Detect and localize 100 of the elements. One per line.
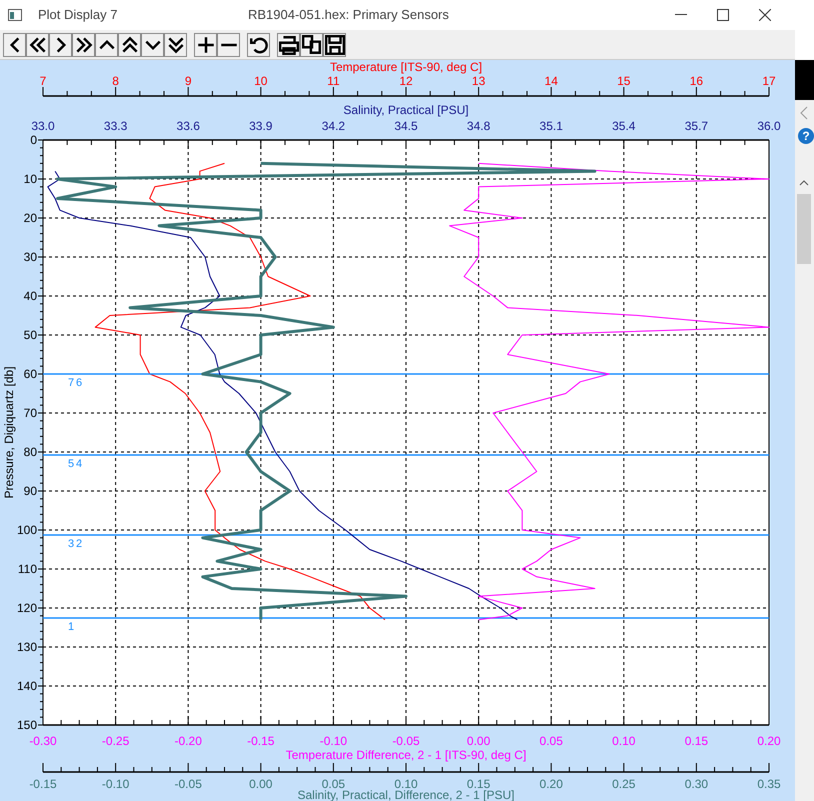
double-chevron-right-icon	[74, 35, 94, 55]
zoom-in-button[interactable]	[194, 33, 217, 57]
tick-label: 130	[16, 640, 37, 654]
tick-label: 33.6	[176, 119, 200, 133]
window-title: Plot Display 7	[38, 6, 118, 24]
tick-label: 11	[327, 74, 340, 88]
tick-label: 0.05	[540, 734, 563, 748]
tick-label: 34.8	[466, 119, 490, 133]
tick-label: 36.0	[757, 119, 781, 133]
tick-label: 13	[472, 74, 486, 88]
tick-label: 0.20	[757, 734, 781, 748]
double-chevron-up-icon	[120, 35, 140, 55]
printer-icon	[278, 35, 298, 55]
chevron-up-icon[interactable]	[799, 180, 809, 186]
tick-label: -0.30	[29, 734, 57, 748]
tick-label: 0	[30, 133, 37, 147]
zoom-out-button[interactable]	[217, 33, 240, 57]
tick-label: 10	[254, 74, 268, 88]
bottle-number: 2	[76, 538, 82, 550]
tick-label: 35.7	[684, 119, 708, 133]
tick-label: 17	[762, 74, 776, 88]
tick-label: 16	[690, 74, 704, 88]
bottle-number: 6	[76, 377, 82, 389]
tick-label: -0.10	[102, 777, 130, 791]
tick-label: -0.10	[320, 734, 348, 748]
tick-label: 7	[40, 74, 46, 88]
tick-label: 0.10	[394, 777, 418, 791]
tick-label: 20	[24, 211, 37, 225]
tick-label: 0.15	[684, 734, 708, 748]
tick-label: 0.25	[612, 777, 636, 791]
copy-button[interactable]	[300, 33, 323, 57]
tick-label: 90	[24, 484, 37, 498]
next-button[interactable]	[49, 33, 72, 57]
tick-label: 9	[184, 74, 192, 88]
tick-label: 34.2	[322, 119, 346, 133]
circular-arrow-icon	[248, 35, 268, 55]
tick-label: 0.10	[612, 734, 636, 748]
tick-label: -0.05	[392, 734, 420, 748]
bottle-number: 1	[68, 621, 74, 633]
tick-label: 0.35	[757, 777, 781, 791]
bottle-number: 5	[68, 458, 74, 470]
app-icon	[8, 9, 22, 21]
tick-label: 150	[16, 718, 37, 732]
tick-label: 120	[16, 601, 37, 615]
tick-label: -0.20	[174, 734, 202, 748]
save-button[interactable]	[323, 33, 346, 57]
maximize-icon[interactable]	[717, 9, 729, 21]
tick-label: 0.05	[322, 777, 346, 791]
tick-label: 33.3	[104, 119, 128, 133]
tick-label: 10	[24, 172, 37, 186]
tick-label: 0.00	[249, 777, 272, 791]
minus-icon	[218, 42, 238, 48]
tick-label: 30	[24, 250, 37, 264]
tick-label: 110	[18, 562, 37, 576]
tick-label: 8	[112, 74, 119, 88]
tick-label: 14	[544, 74, 558, 88]
bottle-number: 4	[76, 458, 82, 470]
desktop-area	[795, 0, 814, 60]
tick-label: 80	[24, 445, 37, 459]
last-button[interactable]	[72, 33, 95, 57]
tick-label: 35.4	[612, 119, 636, 133]
scrollbar-thumb[interactable]	[797, 194, 811, 264]
down-button[interactable]	[141, 33, 164, 57]
tick-label: -0.15	[29, 777, 57, 791]
previous-button[interactable]	[3, 33, 26, 57]
double-chevron-down-icon	[166, 35, 186, 55]
tick-label: 140	[16, 679, 37, 693]
tick-label: -0.15	[247, 734, 274, 748]
tick-label: 33.0	[31, 119, 55, 133]
tick-label: -0.05	[174, 777, 202, 791]
plus-icon	[196, 35, 216, 55]
page-down-button[interactable]	[164, 33, 187, 57]
document-title: RB1904-051.hex: Primary Sensors	[248, 6, 449, 24]
copy-icon	[302, 35, 322, 55]
tick-label: 50	[24, 328, 37, 342]
bottle-number: 7	[68, 377, 74, 389]
tick-label: 34.5	[394, 119, 418, 133]
reset-button[interactable]	[247, 33, 270, 57]
axis-title: Temperature [ITS-90, deg C]	[330, 60, 482, 74]
tick-label: 0.15	[466, 777, 490, 791]
tick-label: 15	[617, 74, 630, 88]
tick-label: 60	[24, 367, 37, 381]
bottle-number: 3	[68, 538, 74, 550]
tick-label: 0.20	[540, 777, 563, 791]
close-icon[interactable]	[759, 9, 771, 21]
axis-title: Pressure, Digiquartz [db]	[2, 366, 16, 499]
minimize-icon[interactable]	[675, 14, 687, 16]
up-button[interactable]	[95, 33, 118, 57]
print-button[interactable]	[277, 33, 300, 57]
page-up-button[interactable]	[118, 33, 141, 57]
axis-title: Salinity, Practical [PSU]	[343, 103, 469, 117]
help-icon[interactable]: ?	[798, 128, 814, 144]
axis-title: Temperature Difference, 2 - 1 [ITS-90, deg C]	[286, 748, 526, 762]
tick-label: 0.00	[466, 734, 490, 748]
tick-label: 70	[24, 406, 37, 420]
first-button[interactable]	[26, 33, 49, 57]
tick-label: 35.1	[540, 119, 563, 133]
double-chevron-left-icon	[28, 35, 48, 55]
tick-label: 12	[399, 74, 413, 88]
tick-label: -0.25	[102, 734, 130, 748]
